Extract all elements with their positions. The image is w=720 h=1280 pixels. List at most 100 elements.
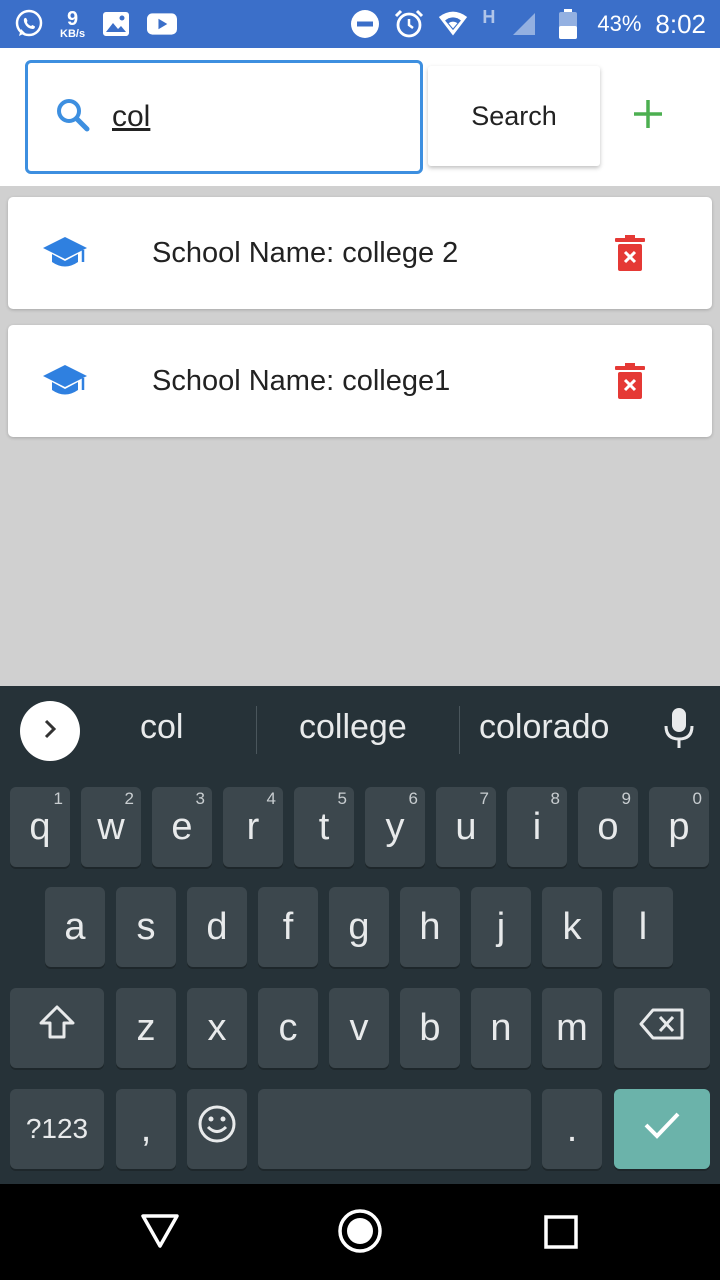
key-hint: 7 xyxy=(479,789,489,808)
key-y[interactable]: y6 xyxy=(365,787,425,867)
key-d[interactable]: d xyxy=(187,887,247,967)
whatsapp-icon xyxy=(14,9,44,39)
symbols-key[interactable]: ?123 xyxy=(10,1089,104,1169)
key-u[interactable]: u7 xyxy=(436,787,496,867)
key-letter: y xyxy=(385,805,405,848)
key-letter: t xyxy=(318,805,330,848)
key-w[interactable]: w2 xyxy=(81,787,141,867)
enter-key[interactable] xyxy=(614,1089,710,1169)
key-z[interactable]: z xyxy=(116,988,176,1068)
key-hint: 1 xyxy=(53,789,63,808)
backspace-icon xyxy=(639,1007,685,1050)
key-letter: e xyxy=(171,805,193,848)
key-q[interactable]: q1 xyxy=(10,787,70,867)
search-input[interactable]: col xyxy=(25,60,423,174)
list-item[interactable]: School Name: college1 xyxy=(8,325,712,437)
suggestion-divider xyxy=(459,706,460,754)
emoji-key[interactable] xyxy=(187,1089,247,1169)
key-v[interactable]: v xyxy=(329,988,389,1068)
clock: 8:02 xyxy=(655,8,706,39)
key-letter: o xyxy=(597,805,619,848)
key-hint: 3 xyxy=(195,789,205,808)
key-p[interactable]: p0 xyxy=(649,787,709,867)
school-name: School Name: college 2 xyxy=(152,236,459,269)
key-hint: 0 xyxy=(692,789,702,808)
key-n[interactable]: n xyxy=(471,988,531,1068)
network-type: H xyxy=(482,6,496,27)
status-bar: 9 KB/s H 43% 8:02 xyxy=(0,0,720,48)
key-hint: 6 xyxy=(408,789,418,808)
emoji-icon xyxy=(197,1104,237,1154)
navigation-bar xyxy=(0,1184,720,1280)
key-e[interactable]: e3 xyxy=(152,787,212,867)
wifi-icon xyxy=(438,9,468,39)
suggestion-word[interactable]: college xyxy=(299,708,407,747)
search-input-value[interactable]: col xyxy=(112,100,150,134)
key-letter: w xyxy=(97,805,125,848)
key-letter: p xyxy=(668,805,690,848)
alarm-icon xyxy=(394,9,424,39)
key-hint: 4 xyxy=(266,789,276,808)
delete-icon[interactable] xyxy=(614,235,646,276)
key-t[interactable]: t5 xyxy=(294,787,354,867)
school-list: School Name: college 2 School Name: coll… xyxy=(8,197,712,453)
backspace-key[interactable] xyxy=(614,988,710,1068)
do-not-disturb-icon xyxy=(350,9,380,39)
key-k[interactable]: k xyxy=(542,887,602,967)
shift-icon xyxy=(37,1003,77,1053)
checkmark-icon xyxy=(642,1108,682,1151)
youtube-icon xyxy=(147,9,178,39)
expand-suggestions-button[interactable] xyxy=(20,701,80,761)
key-o[interactable]: o9 xyxy=(578,787,638,867)
microphone-icon[interactable] xyxy=(662,706,696,755)
comma-key[interactable]: , xyxy=(116,1089,176,1169)
key-f[interactable]: f xyxy=(258,887,318,967)
add-school-button[interactable] xyxy=(628,96,668,136)
school-name: School Name: college1 xyxy=(152,364,451,397)
space-key[interactable] xyxy=(258,1089,531,1169)
key-r[interactable]: r4 xyxy=(223,787,283,867)
suggestion-word[interactable]: col xyxy=(140,708,183,747)
key-j[interactable]: j xyxy=(471,887,531,967)
battery-percent: 43% xyxy=(597,11,642,36)
key-l[interactable]: l xyxy=(613,887,673,967)
delete-icon[interactable] xyxy=(614,363,646,404)
key-hint: 5 xyxy=(337,789,347,808)
period-key[interactable]: . xyxy=(542,1089,602,1169)
key-hint: 8 xyxy=(550,789,560,808)
battery-icon xyxy=(553,9,583,39)
key-c[interactable]: c xyxy=(258,988,318,1068)
keyboard: col college colorado q1 w2 e3 r4 t5 y6 u… xyxy=(0,686,720,1184)
key-m[interactable]: m xyxy=(542,988,602,1068)
graduation-cap-icon xyxy=(42,363,88,404)
list-item[interactable]: School Name: college 2 xyxy=(8,197,712,309)
key-a[interactable]: a xyxy=(45,887,105,967)
key-s[interactable]: s xyxy=(116,887,176,967)
key-letter: u xyxy=(455,805,477,848)
signal-icon xyxy=(509,9,539,39)
key-x[interactable]: x xyxy=(187,988,247,1068)
graduation-cap-icon xyxy=(42,235,88,276)
network-speed: 9 KB/s xyxy=(60,9,85,40)
plus-icon xyxy=(631,97,665,136)
key-letter: q xyxy=(29,805,51,848)
chevron-right-icon xyxy=(40,717,60,746)
search-header: col Search xyxy=(0,48,720,186)
recents-button[interactable] xyxy=(543,1214,579,1255)
key-letter: r xyxy=(246,805,260,848)
search-button[interactable]: Search xyxy=(428,66,600,166)
suggestion-word[interactable]: colorado xyxy=(479,708,609,747)
network-speed-unit: KB/s xyxy=(60,27,86,40)
gallery-icon xyxy=(101,9,131,39)
back-button[interactable] xyxy=(140,1210,180,1255)
home-button[interactable] xyxy=(337,1208,383,1259)
key-hint: 2 xyxy=(124,789,134,808)
search-icon xyxy=(54,96,92,139)
key-b[interactable]: b xyxy=(400,988,460,1068)
key-h[interactable]: h xyxy=(400,887,460,967)
key-letter: i xyxy=(532,805,542,848)
network-speed-value: 9 xyxy=(66,7,79,30)
shift-key[interactable] xyxy=(10,988,104,1068)
key-g[interactable]: g xyxy=(329,887,389,967)
key-i[interactable]: i8 xyxy=(507,787,567,867)
